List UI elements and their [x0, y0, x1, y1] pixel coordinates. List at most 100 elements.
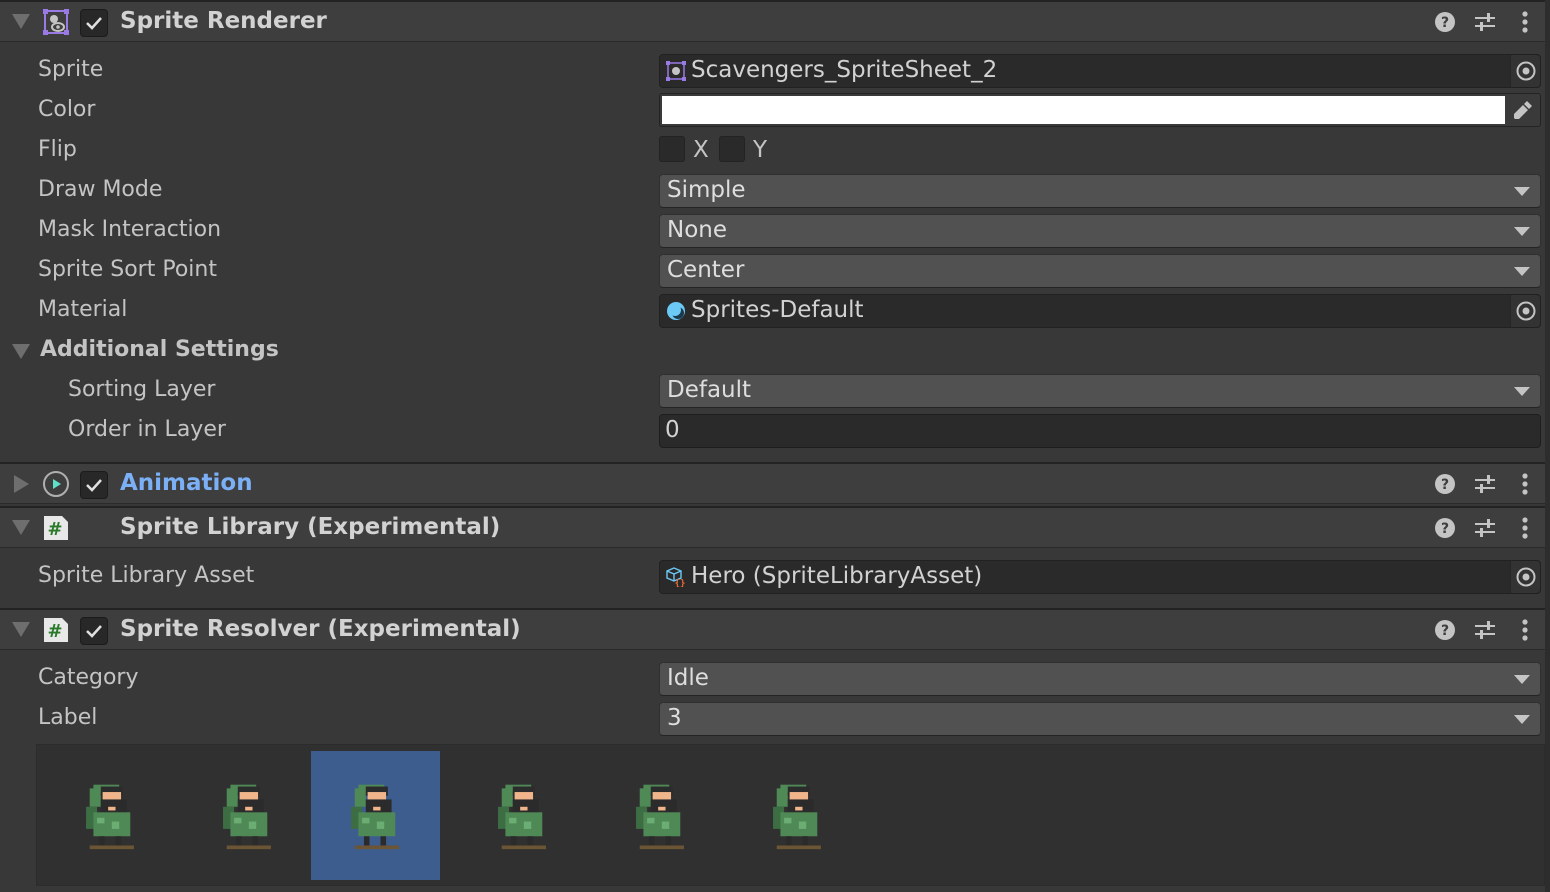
- flip-label: Flip: [38, 137, 77, 162]
- sprite-object-field[interactable]: Scavengers_SpriteSheet_2: [659, 54, 1541, 88]
- preset-icon[interactable]: [1473, 617, 1497, 643]
- draw-mode-dropdown[interactable]: Simple: [659, 174, 1541, 208]
- more-menu-icon[interactable]: [1513, 515, 1537, 541]
- sprite-renderer-title: Sprite Renderer: [120, 8, 327, 34]
- sorting-layer-row: Sorting Layer Default: [0, 371, 1545, 411]
- sprite-asset-icon: [666, 61, 686, 81]
- more-menu-icon[interactable]: [1513, 617, 1537, 643]
- hero-idle-4-sprite: [498, 784, 546, 849]
- more-menu-icon[interactable]: [1513, 9, 1537, 35]
- svg-text:?: ?: [1441, 15, 1449, 31]
- sprite-renderer-icon: [43, 9, 69, 35]
- sprite-option-6[interactable]: [733, 751, 862, 880]
- color-swatch[interactable]: [662, 96, 1505, 124]
- foldout-arrow-down-icon[interactable]: [12, 520, 30, 535]
- material-label: Material: [38, 297, 128, 322]
- sorting-layer-label: Sorting Layer: [68, 377, 216, 402]
- dropdown-arrow-icon: [1514, 227, 1530, 236]
- sprite-option-3[interactable]: [310, 751, 440, 880]
- sprite-option-5[interactable]: [595, 751, 724, 880]
- help-icon[interactable]: ?: [1433, 617, 1457, 643]
- draw-mode-label: Draw Mode: [38, 177, 163, 202]
- flip-x-label: X: [693, 137, 709, 163]
- additional-settings-foldout[interactable]: Additional Settings: [0, 331, 1545, 371]
- foldout-arrow-down-icon[interactable]: [12, 14, 30, 29]
- animation-enabled-checkbox[interactable]: [80, 471, 108, 499]
- script-icon: #: [44, 516, 68, 540]
- sprite-option-4[interactable]: [458, 751, 587, 880]
- label-dropdown[interactable]: 3: [659, 702, 1541, 736]
- sprite-sort-point-dropdown[interactable]: Center: [659, 254, 1541, 288]
- sorting-layer-value: Default: [667, 377, 752, 403]
- sprite-selection-grid: [36, 744, 1545, 886]
- category-dropdown[interactable]: Idle: [659, 662, 1541, 696]
- eyedropper-icon: [1514, 101, 1532, 119]
- order-in-layer-value: 0: [665, 417, 680, 443]
- more-menu-icon[interactable]: [1513, 471, 1537, 497]
- foldout-arrow-down-icon[interactable]: [12, 622, 30, 637]
- material-object-field[interactable]: Sprites-Default: [659, 294, 1541, 328]
- help-icon[interactable]: ?: [1433, 471, 1457, 497]
- animation-title[interactable]: Animation: [120, 470, 253, 496]
- sprite-library-header[interactable]: # Sprite Library (Experimental) ?: [0, 506, 1545, 548]
- sprite-library-asset-icon: {}: [666, 567, 685, 587]
- sprite-library-asset-label: Sprite Library Asset: [38, 563, 255, 588]
- category-row: Category Idle: [0, 659, 1545, 699]
- flip-y-label: Y: [753, 137, 768, 163]
- flip-x-checkbox[interactable]: [659, 136, 685, 162]
- foldout-arrow-right-icon[interactable]: [14, 475, 29, 493]
- sprite-renderer-header[interactable]: Sprite Renderer ?: [0, 0, 1545, 42]
- preset-icon[interactable]: [1473, 471, 1497, 497]
- checkmark-icon: [86, 479, 102, 492]
- mask-interaction-value: None: [667, 217, 728, 243]
- sprite-sort-point-value: Center: [667, 257, 745, 283]
- sprite-library-asset-value: Hero (SpriteLibraryAsset): [691, 563, 983, 589]
- checkmark-icon: [86, 625, 102, 638]
- sprite-renderer-enabled-checkbox[interactable]: [80, 9, 108, 37]
- sprite-library-asset-field[interactable]: {} Hero (SpriteLibraryAsset): [659, 560, 1541, 594]
- sprite-resolver-enabled-checkbox[interactable]: [80, 617, 108, 645]
- svg-text:#: #: [47, 621, 62, 642]
- sprite-library-title: Sprite Library (Experimental): [120, 514, 501, 540]
- object-picker-button[interactable]: [1510, 295, 1540, 327]
- foldout-arrow-down-icon[interactable]: [12, 344, 30, 359]
- mask-interaction-row: Mask Interaction None: [0, 211, 1545, 251]
- sprite-resolver-header[interactable]: # Sprite Resolver (Experimental) ?: [0, 608, 1545, 650]
- inspector-scrollbar-track[interactable]: [1545, 0, 1550, 892]
- sorting-layer-dropdown[interactable]: Default: [659, 374, 1541, 408]
- dropdown-arrow-icon: [1514, 387, 1530, 396]
- help-icon[interactable]: ?: [1433, 515, 1457, 541]
- preset-icon[interactable]: [1473, 9, 1497, 35]
- hero-idle-2-sprite: [223, 784, 271, 849]
- hero-idle-5-sprite: [635, 784, 684, 849]
- help-icon[interactable]: ?: [1433, 9, 1457, 35]
- animation-icon: [43, 471, 69, 497]
- hero-idle-1-sprite: [85, 784, 134, 849]
- hero-idle-3-sprite: [351, 784, 399, 849]
- label-label: Label: [38, 705, 98, 730]
- material-row: Material Sprites-Default: [0, 291, 1545, 331]
- category-label: Category: [38, 665, 139, 690]
- order-in-layer-row: Order in Layer 0: [0, 411, 1545, 451]
- color-field[interactable]: [659, 93, 1541, 127]
- material-value: Sprites-Default: [691, 297, 864, 323]
- sprite-label: Sprite: [38, 57, 104, 82]
- eyedropper-button[interactable]: [1506, 94, 1540, 126]
- flip-y-checkbox[interactable]: [719, 136, 745, 162]
- order-in-layer-label: Order in Layer: [68, 417, 226, 442]
- animation-header[interactable]: Animation ?: [0, 462, 1545, 504]
- sprite-row: Sprite Scavengers_SpriteSheet_2: [0, 51, 1545, 91]
- category-value: Idle: [667, 665, 709, 691]
- additional-settings-label: Additional Settings: [40, 337, 279, 362]
- sprite-option-1[interactable]: [45, 751, 174, 880]
- label-value: 3: [667, 705, 682, 731]
- preset-icon[interactable]: [1473, 515, 1497, 541]
- object-picker-icon: [1516, 61, 1535, 81]
- dropdown-arrow-icon: [1514, 675, 1530, 684]
- object-picker-button[interactable]: [1510, 55, 1540, 87]
- mask-interaction-dropdown[interactable]: None: [659, 214, 1541, 248]
- sprite-option-2[interactable]: [183, 751, 312, 880]
- object-picker-button[interactable]: [1510, 561, 1540, 593]
- order-in-layer-input[interactable]: 0: [659, 414, 1541, 448]
- hero-idle-6-sprite: [773, 784, 821, 849]
